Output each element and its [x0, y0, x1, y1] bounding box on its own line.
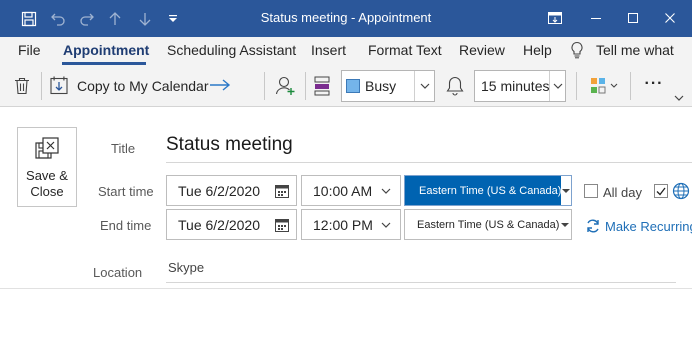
location-input[interactable]: Skype: [168, 260, 204, 275]
end-timezone-value: Eastern Time (US & Canada): [417, 218, 560, 231]
show-as-dropdown[interactable]: Busy: [341, 70, 435, 102]
start-date-value: Tue 6/2/2020: [178, 182, 260, 199]
categorize-icon[interactable]: [589, 76, 621, 96]
title-underline: [166, 162, 692, 163]
recurrence-icon[interactable]: [585, 218, 601, 234]
toolbar-separator: [576, 72, 577, 100]
make-recurring-button[interactable]: Make Recurring: [605, 219, 692, 234]
end-date-picker[interactable]: Tue 6/2/2020: [166, 209, 297, 240]
more-icon[interactable]: ···: [641, 73, 667, 95]
invite-attendees-icon[interactable]: [273, 74, 297, 98]
save-close-button[interactable]: Save & Close: [17, 127, 77, 207]
start-date-picker[interactable]: Tue 6/2/2020: [166, 175, 297, 206]
copy-to-calendar-button[interactable]: Copy to My Calendar: [77, 76, 209, 96]
copy-calendar-icon[interactable]: [48, 74, 70, 96]
end-time-value: 12:00 PM: [313, 216, 373, 233]
reminder-dropdown[interactable]: 15 minutes: [474, 70, 566, 102]
start-time-label: Start time: [98, 184, 154, 199]
chevron-down-icon[interactable]: [561, 176, 571, 205]
calendar-icon[interactable]: [268, 183, 296, 199]
chevron-down-icon[interactable]: [414, 71, 434, 101]
toolbar-separator: [305, 72, 306, 100]
chevron-down-icon[interactable]: [559, 210, 571, 239]
start-time-value: 10:00 AM: [313, 182, 373, 199]
tab-scheduling-assistant[interactable]: Scheduling Assistant: [167, 42, 296, 58]
save-close-icon: [18, 136, 76, 168]
busy-swatch: [346, 79, 360, 93]
ribbon-display-icon[interactable]: [541, 6, 569, 30]
toolbar-separator: [630, 72, 631, 100]
start-timezone-dropdown[interactable]: Eastern Time (US & Canada): [404, 175, 572, 206]
tab-help[interactable]: Help: [523, 42, 552, 58]
minimize-icon[interactable]: [582, 6, 610, 30]
tab-format-text[interactable]: Format Text: [368, 42, 442, 58]
save-close-label-line2: Close: [30, 184, 64, 199]
title-bar: Status meeting - Appointment: [0, 0, 692, 37]
show-as-value: Busy: [365, 78, 397, 94]
all-day-checkbox[interactable]: [584, 184, 598, 198]
ribbon-toolbar: Copy to My Calendar Busy 15 minutes ···: [0, 65, 692, 107]
save-close-label-line1: Save &: [26, 168, 68, 183]
title-label: Title: [111, 141, 136, 156]
end-time-label: End time: [100, 218, 152, 233]
close-icon[interactable]: [656, 6, 684, 30]
location-underline: [166, 282, 676, 283]
tab-review[interactable]: Review: [459, 42, 505, 58]
toolbar-separator: [41, 72, 42, 100]
collapse-ribbon-icon[interactable]: [672, 93, 686, 103]
arrow-right-icon[interactable]: [207, 74, 233, 96]
tell-me-search[interactable]: Tell me what: [596, 42, 674, 58]
reminder-value: 15 minutes: [481, 78, 550, 94]
calendar-icon[interactable]: [268, 217, 296, 233]
globe-icon[interactable]: [672, 182, 690, 200]
title-input[interactable]: Status meeting: [166, 134, 293, 156]
chevron-down-icon[interactable]: [372, 188, 400, 194]
start-time-dropdown[interactable]: 10:00 AM: [301, 175, 401, 206]
tab-file[interactable]: File: [18, 42, 41, 58]
checkbox-icon[interactable]: [654, 184, 668, 198]
end-date-value: Tue 6/2/2020: [178, 216, 260, 233]
location-label: Location: [93, 265, 143, 280]
end-time-dropdown[interactable]: 12:00 PM: [301, 209, 401, 240]
appointment-form: Save & Close Title Status meeting Start …: [0, 108, 692, 339]
start-timezone-value: Eastern Time (US & Canada): [405, 176, 562, 205]
delete-icon[interactable]: [12, 75, 32, 97]
show-as-icon: [313, 76, 331, 96]
tab-appointment[interactable]: Appointment: [63, 42, 149, 58]
toolbar-separator: [264, 72, 265, 100]
all-day-label: All day: [603, 185, 643, 200]
chevron-down-icon[interactable]: [549, 71, 565, 101]
maximize-icon[interactable]: [619, 6, 647, 30]
tab-insert[interactable]: Insert: [311, 42, 346, 58]
chevron-down-icon[interactable]: [373, 222, 400, 228]
body-divider: [0, 288, 692, 289]
lightbulb-icon: [570, 41, 584, 62]
end-timezone-dropdown[interactable]: Eastern Time (US & Canada): [404, 209, 572, 240]
bell-icon: [444, 75, 466, 97]
ribbon-tabs: File Appointment Scheduling Assistant In…: [0, 37, 692, 65]
